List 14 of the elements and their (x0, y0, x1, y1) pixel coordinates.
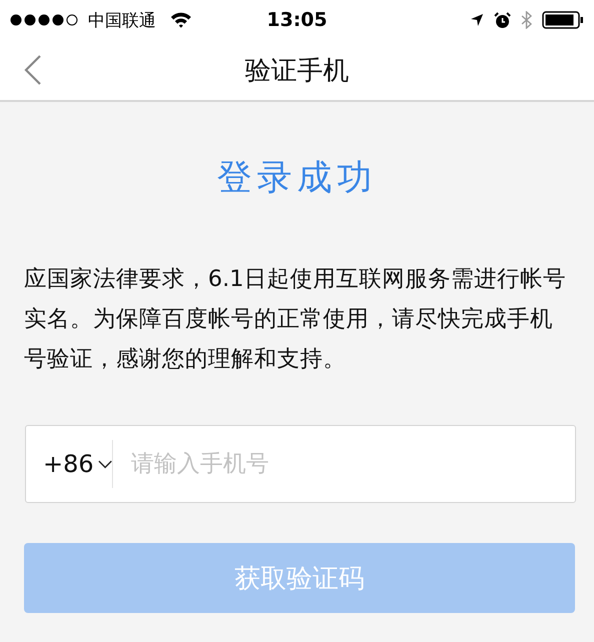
notice-text: 应国家法律要求，6.1日起使用互联网服务需进行帐号实名。为保障百度帐号的正常使用，请尽快完成手机号验证，感谢您的理解和支持。 (24, 265, 567, 374)
phone-input-field[interactable]: +86 请输入手机号 (25, 425, 576, 503)
success-heading: 登录成功 (217, 157, 377, 200)
bluetooth-icon (521, 11, 532, 29)
location-arrow-icon (470, 13, 484, 27)
alarm-clock-icon (494, 12, 511, 28)
country-code-selector[interactable]: +86 (26, 440, 113, 488)
carrier-name: 中国联通 (88, 10, 156, 32)
clock-time: 13:05 (266, 9, 328, 31)
page-title: 验证手机 (245, 54, 349, 88)
caret-icon (98, 460, 112, 468)
wifi-icon (170, 12, 192, 28)
back-chevron-icon[interactable] (22, 54, 44, 86)
battery-icon (542, 11, 584, 29)
